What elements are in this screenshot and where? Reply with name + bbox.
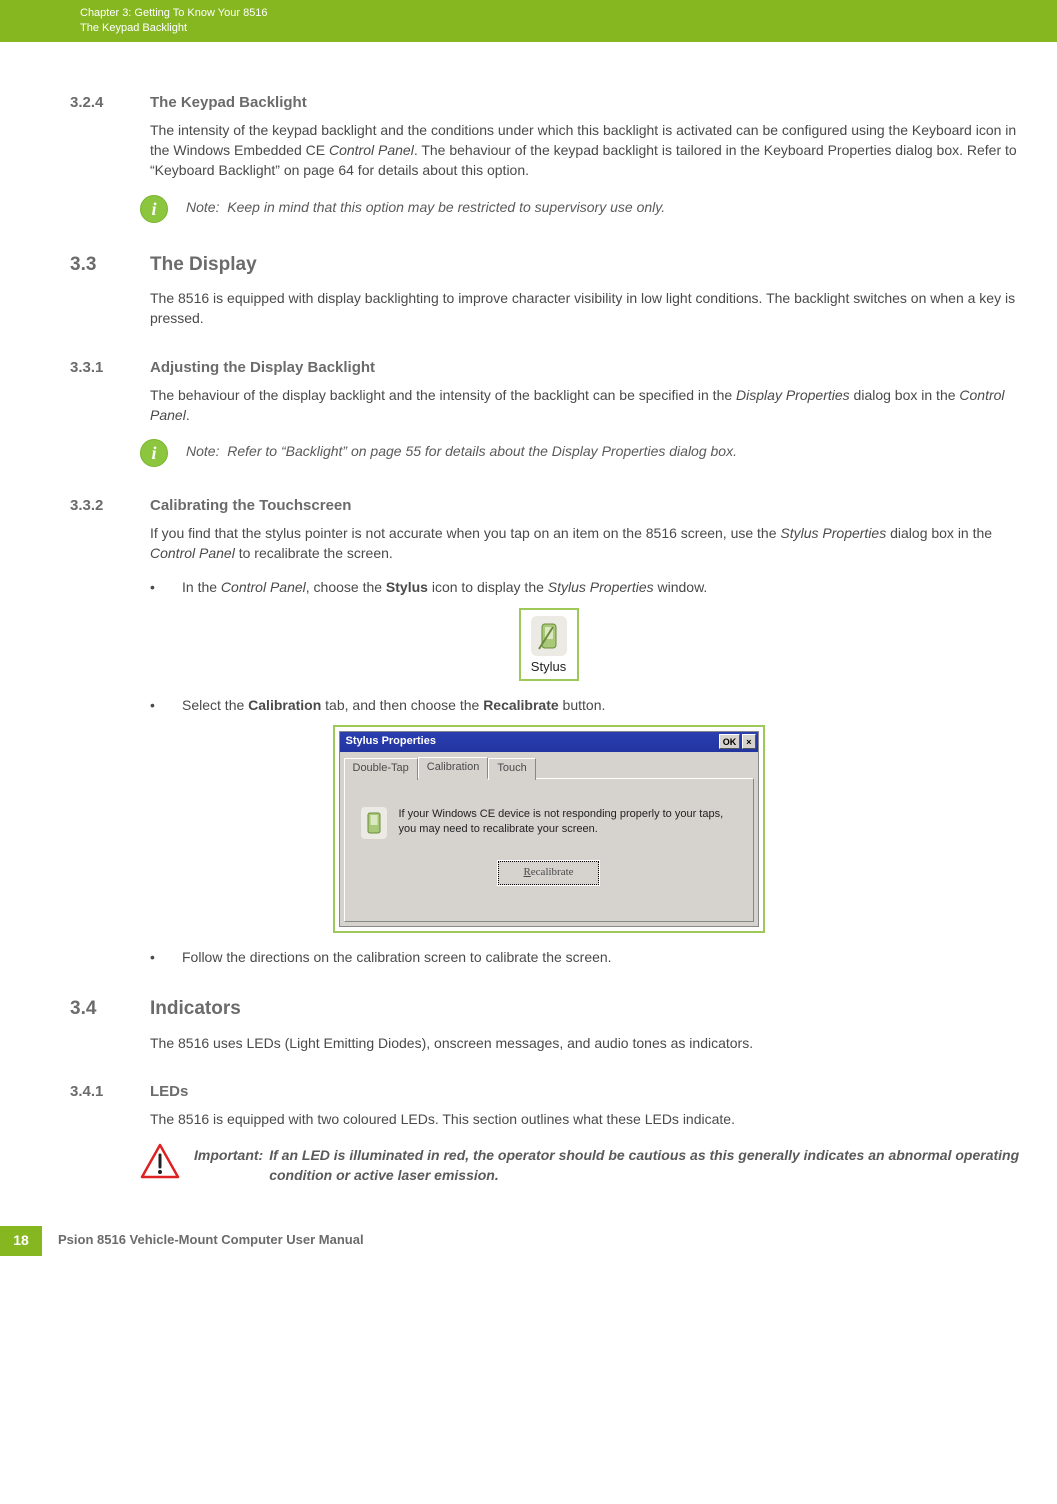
section-title: The Display [150,251,257,279]
section-3-3-1: 3.3.1 Adjusting the Display Backlight Th… [70,357,1027,467]
dialog-title: Stylus Properties [346,734,436,750]
section-3-4: 3.4 Indicators The 8516 uses LEDs (Light… [70,995,1027,1053]
section-number: 3.4.1 [70,1081,150,1103]
text: icon to display the [428,579,548,595]
text: button. [559,697,606,713]
recalibrate-rest: ecalibrate [531,866,574,878]
note-text: Keep in mind that this option may be res… [227,199,665,215]
section-title: Calibrating the Touchscreen [150,495,351,517]
text: The behaviour of the display backlight a… [150,387,736,403]
paragraph: The 8516 uses LEDs (Light Emitting Diode… [70,1033,1027,1053]
term-stylus-properties: Stylus Properties [548,579,654,595]
tab-calibration[interactable]: Calibration [418,757,489,779]
recalibrate-button[interactable]: Recalibrate [498,861,598,885]
paragraph: The 8516 is equipped with display backli… [70,288,1027,329]
text: window. [654,579,708,595]
stylus-properties-dialog: Stylus Properties OK × Double-Tap Calibr… [339,731,759,927]
page-footer: 18 Psion 8516 Vehicle-Mount Computer Use… [0,1226,1057,1256]
page-number: 18 [0,1226,42,1256]
text: dialog box in the [850,387,960,403]
text: . [186,407,190,423]
paragraph: The behaviour of the display backlight a… [70,385,1027,426]
bullet-item: • Select the Calibration tab, and then c… [70,695,1027,715]
important-label: Important: [194,1145,263,1186]
text: to recalibrate the screen. [235,545,393,561]
section-3-4-1: 3.4.1 LEDs The 8516 is equipped with two… [70,1081,1027,1186]
important-block: Important: If an LED is illuminated in r… [70,1143,1027,1186]
bullet-marker: • [150,695,182,715]
text: tab, and then choose the [321,697,483,713]
ok-button[interactable]: OK [719,734,741,749]
warning-icon [140,1143,180,1179]
dialog-figure: Stylus Properties OK × Double-Tap Calibr… [70,725,1027,933]
section-number: 3.4 [70,995,150,1023]
stylus-icon [531,616,567,656]
tab-touch[interactable]: Touch [488,758,535,780]
note-block: i Note: Keep in mind that this option ma… [70,195,1027,223]
bullet-marker: • [150,947,182,967]
section-number: 3.2.4 [70,92,150,114]
paragraph: The 8516 is equipped with two coloured L… [70,1109,1027,1129]
term-control-panel: Control Panel [150,545,235,561]
page-content: 3.2.4 The Keypad Backlight The intensity… [0,42,1057,1186]
note-block: i Note: Refer to “Backlight” on page 55 … [70,439,1027,467]
bullet-item: • In the Control Panel, choose the Stylu… [70,577,1027,597]
info-icon: i [140,439,168,467]
dialog-message: If your Windows CE device is not respond… [399,807,737,837]
note-text: Refer to “Backlight” on page 55 for deta… [227,443,737,459]
section-3-3-2: 3.3.2 Calibrating the Touchscreen If you… [70,495,1027,967]
dialog-titlebar: Stylus Properties OK × [340,732,758,752]
bullet-item: • Follow the directions on the calibrati… [70,947,1027,967]
section-3-2-4: 3.2.4 The Keypad Backlight The intensity… [70,92,1027,223]
header-chapter-line: Chapter 3: Getting To Know Your 8516 [80,6,1057,21]
dialog-tabbar: Double-Tap Calibration Touch [340,752,758,778]
tab-double-tap[interactable]: Double-Tap [344,758,418,780]
term-display-properties: Display Properties [736,387,850,403]
term-calibration-bold: Calibration [248,697,321,713]
text: , choose the [306,579,386,595]
recalibrate-mnemonic: R [523,866,530,878]
important-text: If an LED is illuminated in red, the ope… [269,1145,1027,1186]
stylus-icon-box: Stylus [519,608,579,681]
text: In the [182,579,221,595]
section-title: Indicators [150,995,241,1023]
section-title: The Keypad Backlight [150,92,307,114]
header-bar: Chapter 3: Getting To Know Your 8516 The… [0,0,1057,42]
text: Follow the directions on the calibration… [182,947,612,967]
bullet-marker: • [150,577,182,597]
paragraph: If you find that the stylus pointer is n… [70,523,1027,564]
text: If you find that the stylus pointer is n… [150,525,780,541]
header-subtitle: The Keypad Backlight [80,21,1057,36]
stylus-small-icon [361,807,387,839]
section-number: 3.3.1 [70,357,150,379]
term-stylus-properties: Stylus Properties [780,525,886,541]
text: dialog box in the [886,525,992,541]
stylus-icon-label: Stylus [531,658,567,677]
paragraph: The intensity of the keypad backlight an… [70,120,1027,181]
dialog-tabpanel: If your Windows CE device is not respond… [344,778,754,922]
section-number: 3.3.2 [70,495,150,517]
section-title: LEDs [150,1081,188,1103]
section-number: 3.3 [70,251,150,279]
footer-title: Psion 8516 Vehicle-Mount Computer User M… [42,1231,364,1250]
stylus-icon-figure: Stylus [70,608,1027,681]
note-label: Note: [186,199,219,215]
section-title: Adjusting the Display Backlight [150,357,375,379]
close-button[interactable]: × [742,734,755,749]
term-control-panel: Control Panel [329,142,414,158]
term-recalibrate-bold: Recalibrate [483,697,558,713]
text: Select the [182,697,248,713]
section-3-3: 3.3 The Display The 8516 is equipped wit… [70,251,1027,329]
note-label: Note: [186,443,219,459]
term-stylus-bold: Stylus [386,579,428,595]
info-icon: i [140,195,168,223]
term-control-panel: Control Panel [221,579,306,595]
